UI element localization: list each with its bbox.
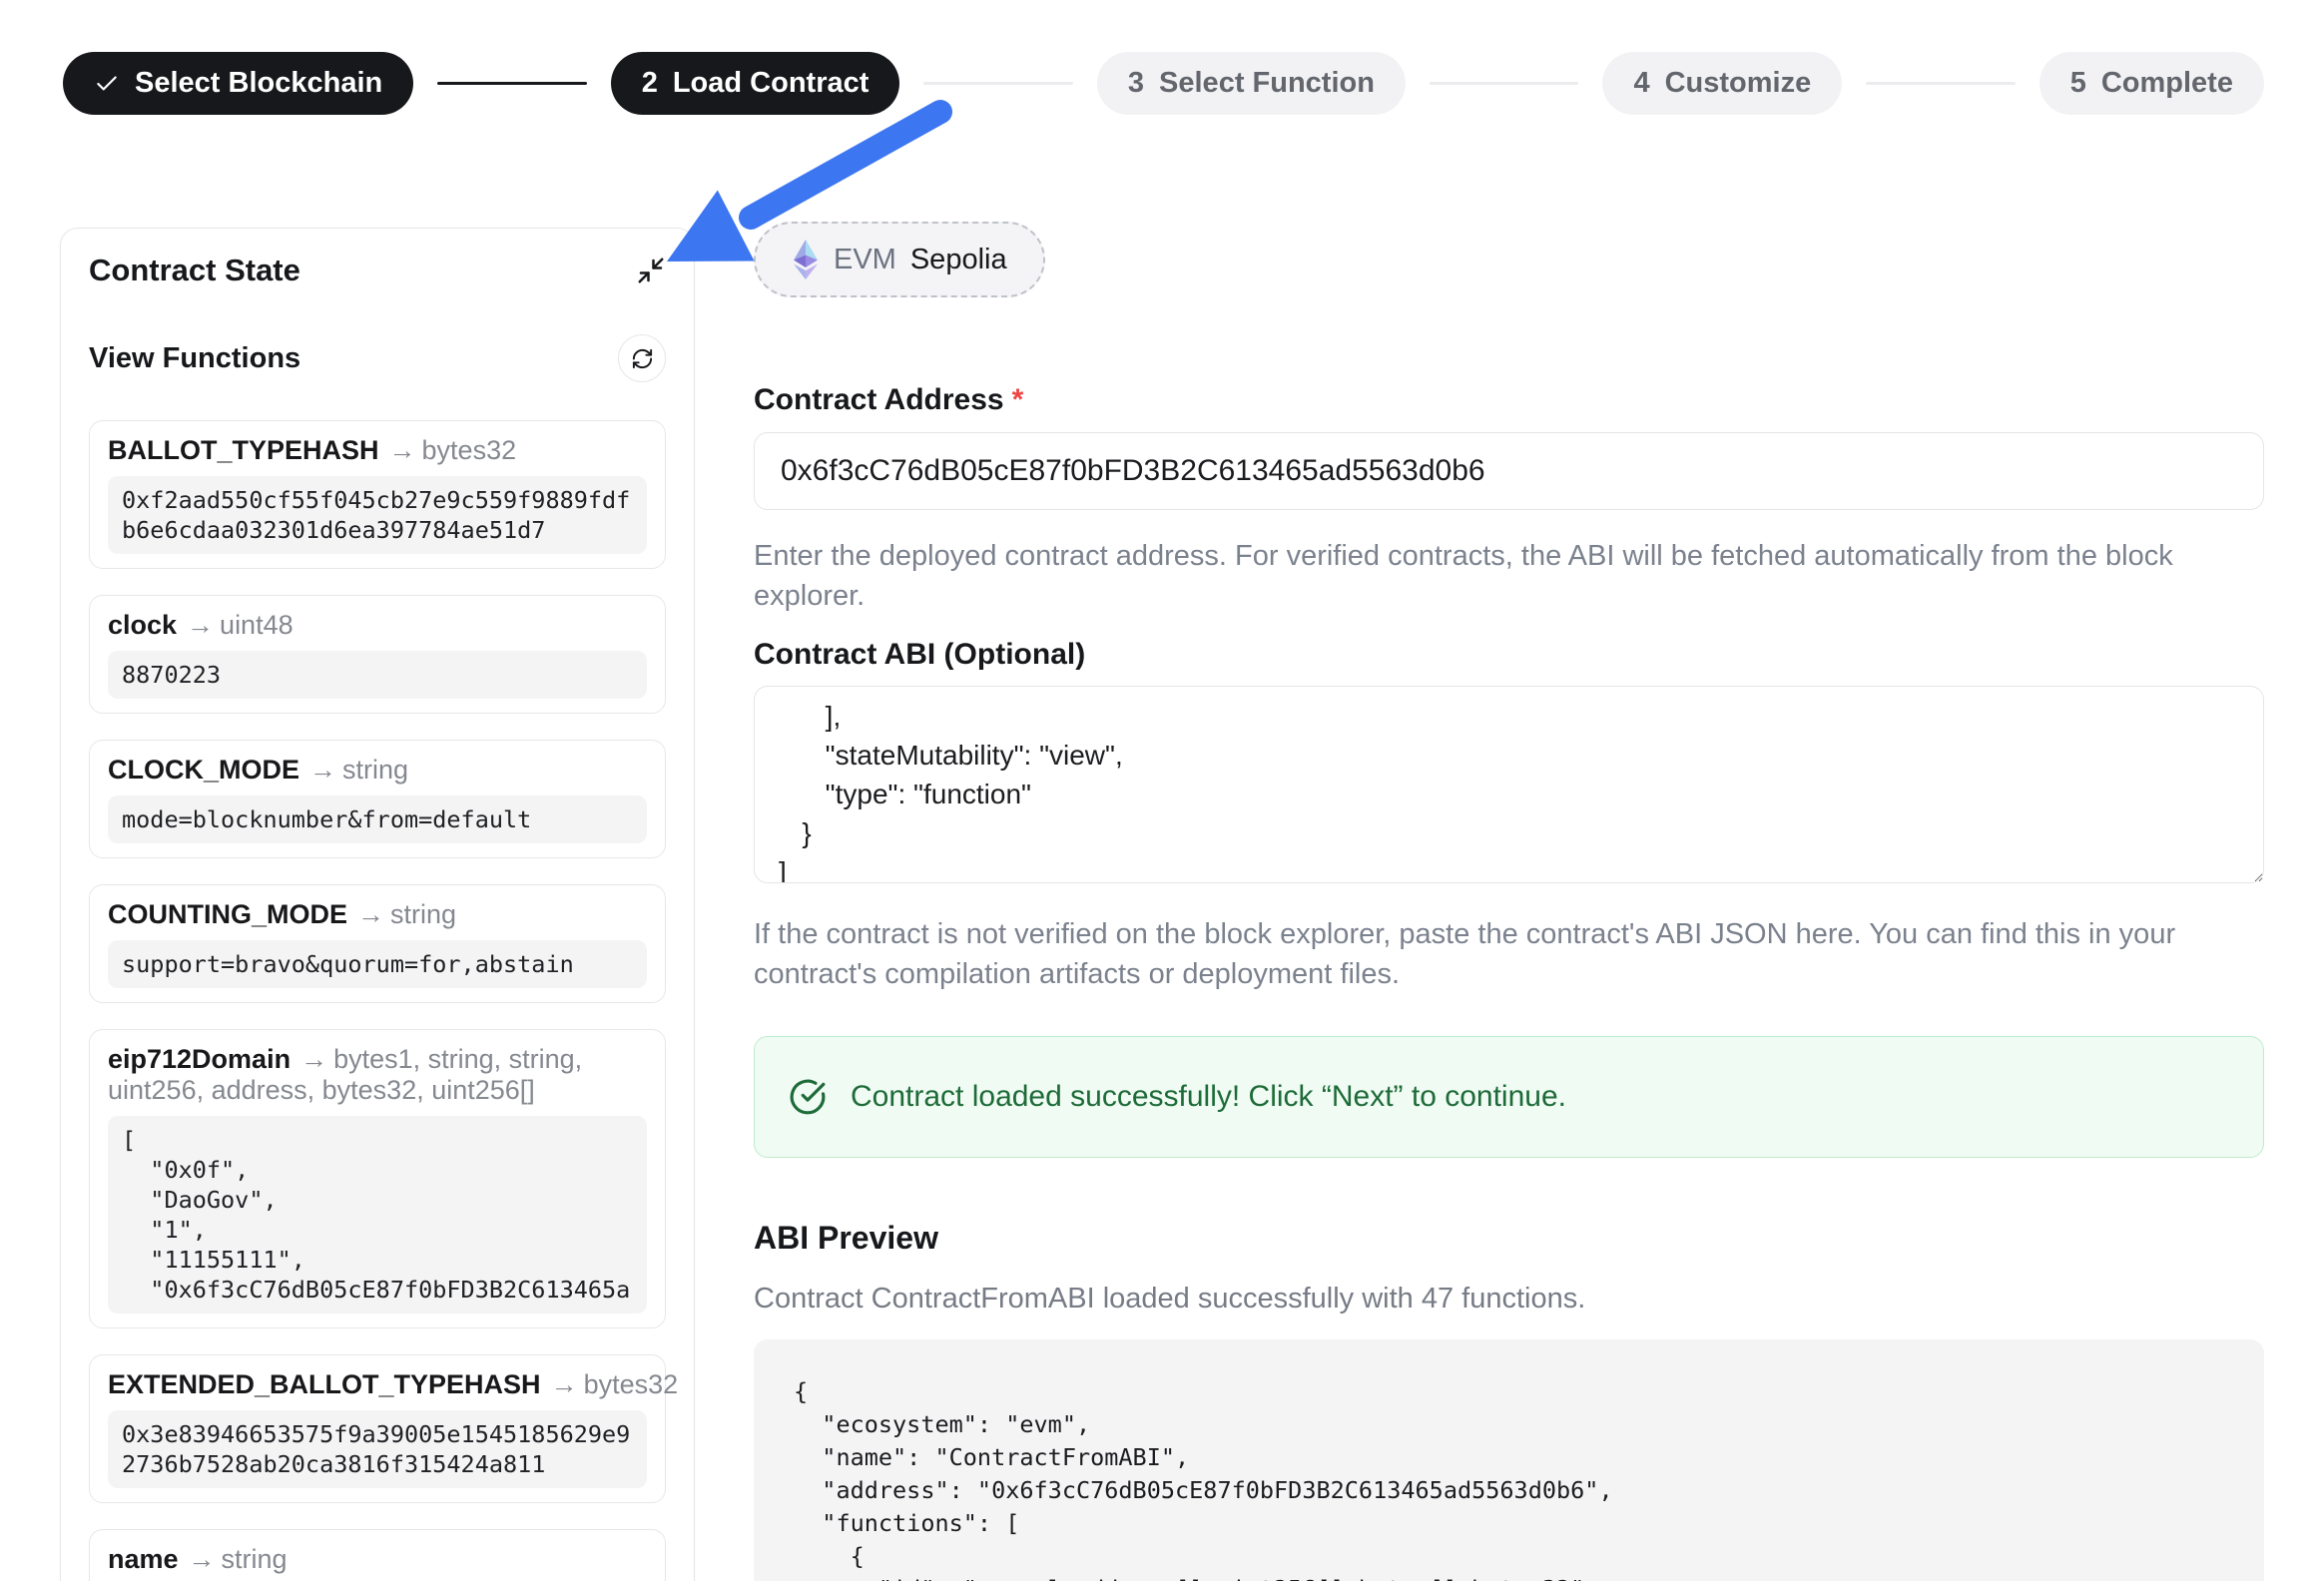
function-value: [ "0x0f", "DaoGov", "1", "11155111", "0x… bbox=[108, 1116, 647, 1314]
function-name: clock bbox=[108, 610, 177, 640]
step-label: Complete bbox=[2101, 67, 2233, 100]
step-label: Select Function bbox=[1159, 67, 1375, 100]
function-value: 0xf2aad550cf55f045cb27e9c559f9889fdfb6e6… bbox=[108, 476, 647, 554]
function-result-card: COUNTING_MODE →string support=bravo&quoru… bbox=[89, 884, 666, 1003]
view-functions-label: View Functions bbox=[89, 342, 300, 375]
check-circle-icon bbox=[789, 1078, 827, 1116]
function-signature: COUNTING_MODE →string bbox=[108, 899, 647, 930]
function-signature: eip712Domain→bytes1, string, string, uin… bbox=[108, 1044, 647, 1106]
function-signature: EXTENDED_BALLOT_TYPEHASH→bytes32 bbox=[108, 1369, 647, 1400]
contract-abi-textarea[interactable]: ], "stateMutability": "view", "type": "f… bbox=[754, 686, 2264, 883]
network-badge[interactable]: EVM Sepolia bbox=[754, 222, 1045, 297]
function-value: 8870223 bbox=[108, 651, 647, 699]
function-return-type: string bbox=[222, 1544, 288, 1574]
wizard-stepper: Select Blockchain 2 Load Contract 3 Sele… bbox=[63, 52, 2264, 115]
contract-address-label: Contract Address* bbox=[754, 383, 2264, 417]
function-signature: clock →uint48 bbox=[108, 610, 647, 641]
return-arrow: → bbox=[551, 1369, 578, 1399]
contract-abi-label: Contract ABI (Optional) bbox=[754, 638, 2264, 672]
step-number: 2 bbox=[642, 67, 658, 100]
function-return-type: string bbox=[342, 755, 408, 785]
load-contract-form: EVM Sepolia Contract Address* Enter the … bbox=[754, 222, 2264, 1581]
step-select-blockchain[interactable]: Select Blockchain bbox=[63, 52, 413, 115]
abi-preview-subtitle: Contract ContractFromABI loaded successf… bbox=[754, 1283, 2264, 1316]
function-name: BALLOT_TYPEHASH bbox=[108, 435, 379, 465]
contract-abi-help: If the contract is not verified on the b… bbox=[754, 914, 2264, 994]
step-number: 3 bbox=[1128, 67, 1144, 100]
function-name: eip712Domain bbox=[108, 1044, 290, 1074]
function-signature: BALLOT_TYPEHASH →bytes32 bbox=[108, 435, 647, 466]
success-alert: Contract loaded successfully! Click “Nex… bbox=[754, 1036, 2264, 1158]
return-arrow: → bbox=[189, 1544, 216, 1574]
function-result-card: CLOCK_MODE →string mode=blocknumber&from=… bbox=[89, 740, 666, 858]
function-return-type: bytes32 bbox=[584, 1369, 679, 1399]
minimize-icon bbox=[636, 256, 666, 285]
network-name: Sepolia bbox=[910, 244, 1007, 276]
function-name: COUNTING_MODE bbox=[108, 899, 347, 929]
contract-address-help: Enter the deployed contract address. For… bbox=[754, 536, 2264, 616]
function-result-card: BALLOT_TYPEHASH →bytes32 0xf2aad550cf55f0… bbox=[89, 420, 666, 569]
function-value: support=bravo&quorum=for,abstain bbox=[108, 940, 647, 988]
function-signature: name →string bbox=[108, 1544, 647, 1575]
return-arrow: → bbox=[300, 1044, 327, 1074]
step-connector bbox=[1866, 82, 2015, 85]
return-arrow: → bbox=[309, 755, 336, 785]
collapse-panel-button[interactable] bbox=[636, 256, 666, 285]
contract-state-panel: Contract State View Functions BALLOT_TYP… bbox=[60, 228, 695, 1581]
ecosystem-label: EVM bbox=[834, 244, 896, 276]
function-value: 0x3e83946653575f9a39005e1545185629e92736… bbox=[108, 1410, 647, 1488]
function-signature: CLOCK_MODE →string bbox=[108, 755, 647, 786]
check-icon bbox=[94, 71, 120, 97]
refresh-functions-button[interactable] bbox=[618, 334, 666, 382]
abi-preview-title: ABI Preview bbox=[754, 1220, 2264, 1257]
function-return-type: string bbox=[390, 899, 456, 929]
load-contract-page: Select Blockchain 2 Load Contract 3 Sele… bbox=[0, 0, 2324, 1581]
function-value: mode=blocknumber&from=default bbox=[108, 795, 647, 843]
step-label: Load Contract bbox=[673, 67, 870, 100]
function-return-type: bytes32 bbox=[422, 435, 517, 465]
step-label: Customize bbox=[1665, 67, 1812, 100]
return-arrow: → bbox=[389, 435, 416, 465]
view-functions-list: BALLOT_TYPEHASH→bytes32 0xf2aad550cf55f0… bbox=[89, 420, 666, 1581]
return-arrow: → bbox=[187, 610, 214, 640]
step-connector bbox=[437, 82, 586, 85]
step-select-function[interactable]: 3 Select Function bbox=[1097, 52, 1406, 115]
step-number: 4 bbox=[1633, 67, 1649, 100]
function-return-type: uint48 bbox=[220, 610, 293, 640]
step-complete[interactable]: 5 Complete bbox=[2039, 52, 2264, 115]
step-load-contract[interactable]: 2 Load Contract bbox=[611, 52, 900, 115]
ethereum-icon bbox=[792, 239, 820, 280]
abi-preview-code: { "ecosystem": "evm", "name": "ContractF… bbox=[754, 1339, 2264, 1581]
step-label: Select Blockchain bbox=[135, 67, 382, 100]
contract-address-input[interactable] bbox=[754, 432, 2264, 510]
panel-title: Contract State bbox=[89, 253, 300, 288]
function-result-card: name→string DaoGov bbox=[89, 1529, 666, 1581]
step-customize[interactable]: 4 Customize bbox=[1602, 52, 1842, 115]
function-name: name bbox=[108, 1544, 179, 1574]
function-name: EXTENDED_BALLOT_TYPEHASH bbox=[108, 1369, 541, 1399]
step-connector bbox=[923, 82, 1072, 85]
function-name: CLOCK_MODE bbox=[108, 755, 299, 785]
function-result-card: EXTENDED_BALLOT_TYPEHASH→bytes32 0x3e839… bbox=[89, 1354, 666, 1503]
required-asterisk: * bbox=[1012, 383, 1024, 416]
return-arrow: → bbox=[357, 899, 384, 929]
function-result-card: clock →uint48 8870223 bbox=[89, 595, 666, 714]
function-result-card: eip712Domain→bytes1, string, string, uin… bbox=[89, 1029, 666, 1328]
step-connector bbox=[1430, 82, 1578, 85]
step-number: 5 bbox=[2070, 67, 2086, 100]
success-message: Contract loaded successfully! Click “Nex… bbox=[851, 1080, 1566, 1114]
refresh-icon bbox=[631, 347, 654, 370]
